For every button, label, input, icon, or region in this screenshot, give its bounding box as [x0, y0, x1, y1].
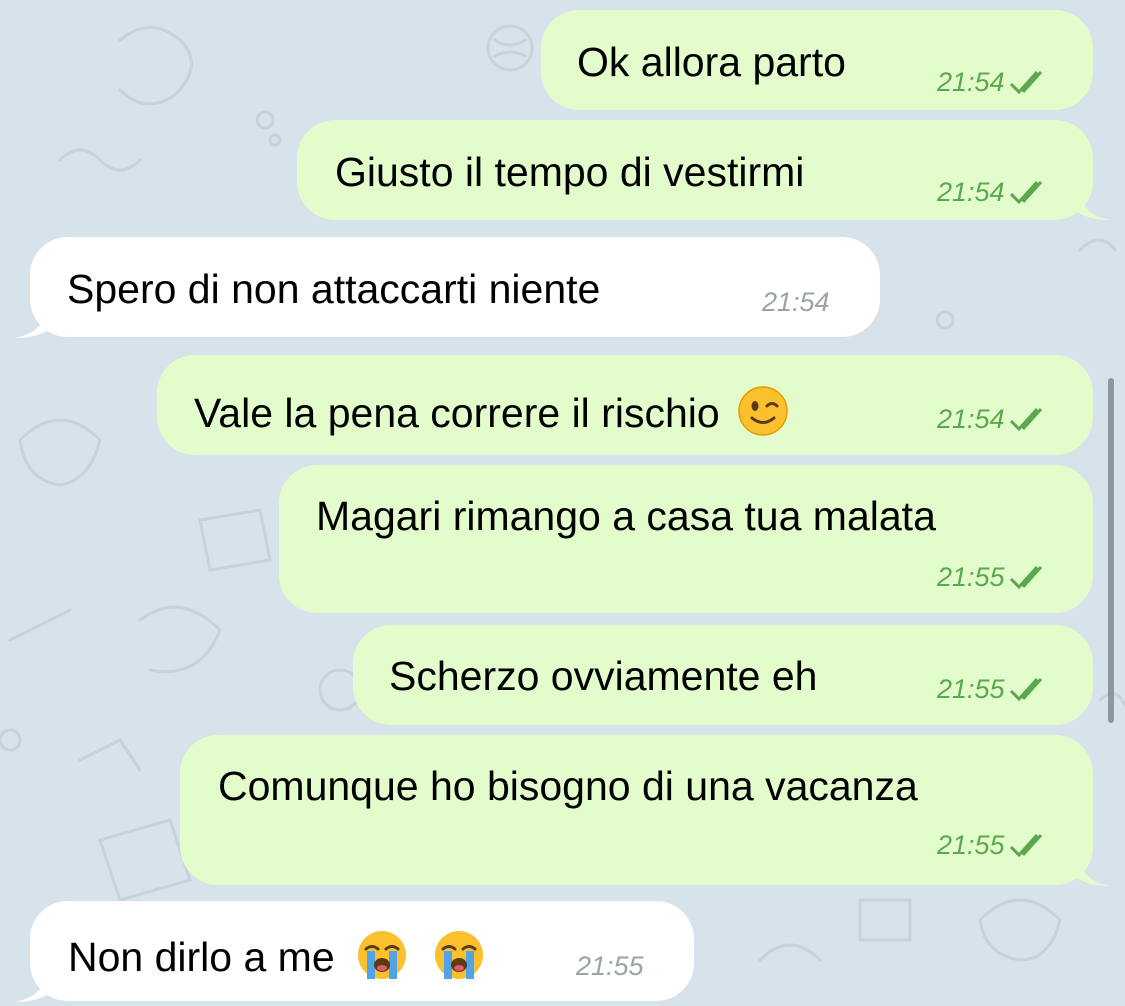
- message-time: 21:55: [937, 561, 1005, 592]
- message-time: 21:54: [937, 176, 1005, 207]
- message-text-content: Vale la pena correre il rischio: [194, 390, 720, 436]
- message-time: 21:55: [576, 951, 644, 981]
- message-time: 21:55: [937, 673, 1005, 704]
- scrollbar[interactable]: [1108, 378, 1114, 723]
- bubble-tail: [14, 972, 48, 1002]
- message-text: Ok allora parto: [577, 39, 846, 85]
- message-bubble-outgoing[interactable]: Ok allora parto 21:54: [541, 10, 1093, 110]
- bubble-tail: [1077, 856, 1111, 886]
- double-check-icon: [1009, 565, 1042, 590]
- double-check-icon: [1009, 180, 1042, 205]
- double-check-icon: [1009, 70, 1042, 95]
- message-text: Magari rimango a casa tua malata: [316, 493, 936, 539]
- message-meta: 21:54: [937, 178, 1051, 206]
- message-bubble-outgoing[interactable]: Comunque ho bisogno di una vacanza 21:55: [180, 735, 1093, 885]
- message-meta: 21:54: [762, 289, 830, 316]
- message-text: Non dirlo a me: [68, 929, 485, 981]
- message-meta: 21:55: [937, 563, 1051, 591]
- message-time: 21:54: [937, 403, 1005, 434]
- message-meta: 21:54: [937, 68, 1051, 96]
- bubble-tail: [1077, 190, 1111, 220]
- message-meta: 21:54: [937, 405, 1051, 433]
- message-bubble-incoming[interactable]: Spero di non attaccarti niente 21:54: [30, 237, 880, 337]
- message-bubble-incoming[interactable]: Non dirlo a me 21:55: [30, 901, 694, 1001]
- bubble-tail: [14, 308, 48, 338]
- double-check-icon: [1009, 407, 1042, 432]
- message-text-content: Non dirlo a me: [68, 934, 335, 980]
- loudly-crying-face-emoji-icon: [358, 931, 407, 979]
- message-meta: 21:55: [576, 953, 644, 980]
- message-time: 21:54: [937, 66, 1005, 97]
- winking-face-emoji-icon: [738, 386, 788, 436]
- message-bubble-outgoing[interactable]: Giusto il tempo di vestirmi 21:54: [297, 120, 1093, 220]
- message-text: Comunque ho bisogno di una vacanza: [218, 763, 918, 809]
- message-time: 21:54: [762, 287, 830, 317]
- message-time: 21:55: [937, 829, 1005, 860]
- message-bubble-outgoing[interactable]: Scherzo ovviamente eh 21:55: [353, 625, 1093, 725]
- message-text: Giusto il tempo di vestirmi: [335, 149, 805, 195]
- message-text: Vale la pena correre il rischio: [194, 385, 789, 437]
- double-check-icon: [1009, 677, 1042, 702]
- message-bubble-outgoing[interactable]: Magari rimango a casa tua malata 21:55: [279, 465, 1093, 613]
- double-check-icon: [1009, 833, 1042, 858]
- message-text: Scherzo ovviamente eh: [389, 653, 818, 699]
- message-bubble-outgoing[interactable]: Vale la pena correre il rischio 21:54: [157, 355, 1093, 455]
- message-text: Spero di non attaccarti niente: [67, 266, 601, 312]
- message-meta: 21:55: [937, 831, 1051, 859]
- message-meta: 21:55: [937, 675, 1051, 703]
- loudly-crying-face-emoji-icon: [435, 931, 484, 979]
- chat-view[interactable]: Ok allora parto 21:54 Giusto il tempo di…: [0, 0, 1125, 1006]
